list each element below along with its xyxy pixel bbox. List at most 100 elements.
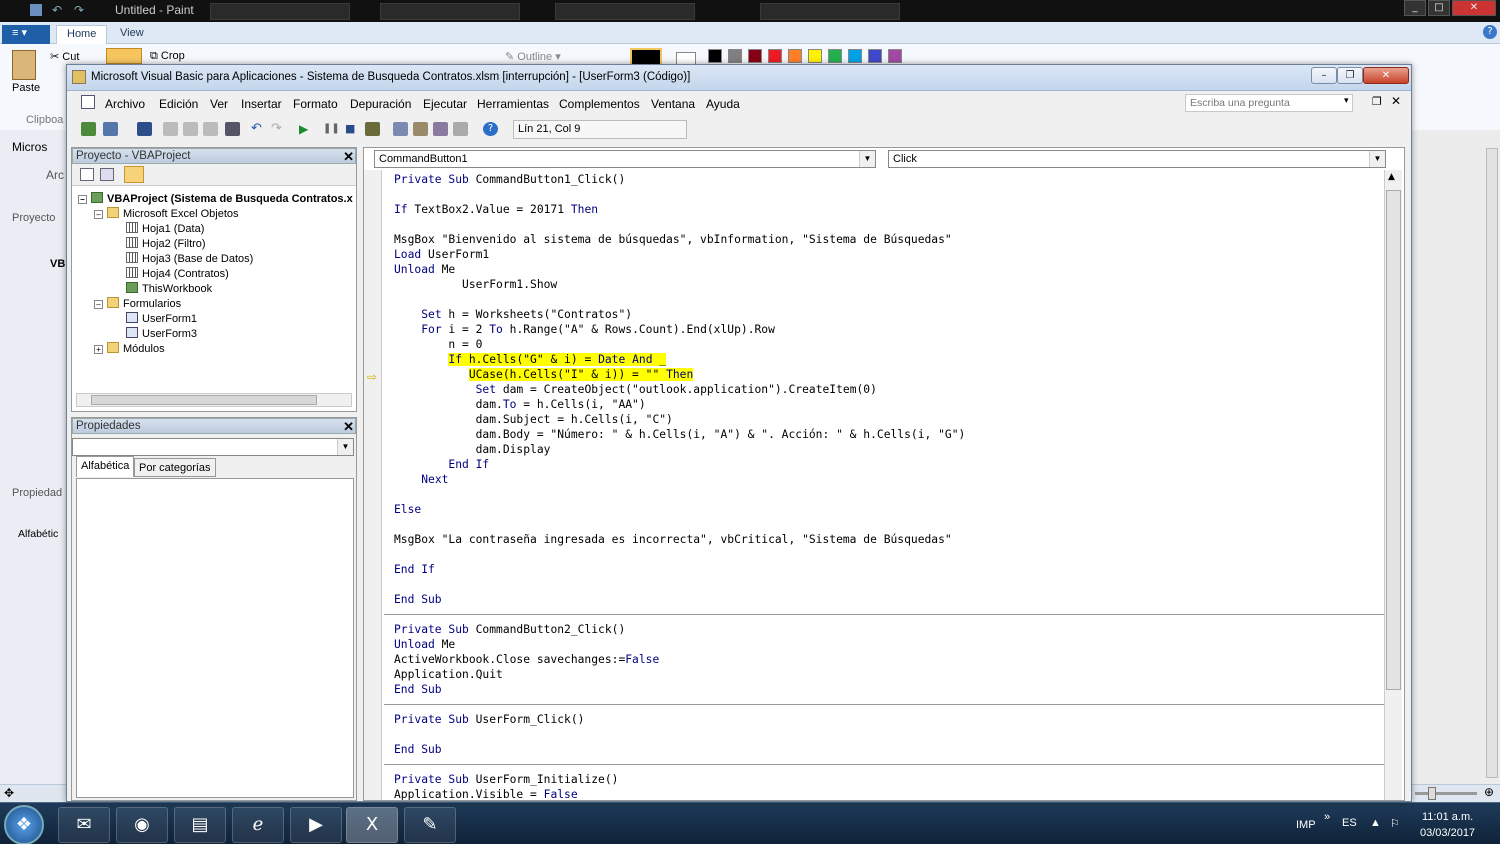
properties-grid[interactable] — [76, 478, 354, 798]
vbe-doc-icon[interactable] — [81, 95, 95, 109]
code-line[interactable]: MsgBox "Bienvenido al sistema de búsqued… — [394, 232, 952, 247]
outlook-taskbar-icon[interactable]: ✉ — [58, 807, 110, 843]
vbe-maximize-button[interactable]: ❐ — [1337, 67, 1363, 84]
code-line[interactable]: For i = 2 To h.Range("A" & Rows.Count).E… — [394, 322, 775, 337]
code-line[interactable]: Load UserForm1 — [394, 247, 489, 262]
project-explorer-icon[interactable] — [393, 122, 408, 136]
menu-ayuda[interactable]: Ayuda — [706, 97, 740, 111]
start-button[interactable]: ❖ — [4, 805, 44, 844]
redo-icon[interactable]: ↷ — [271, 122, 286, 136]
copy-icon[interactable] — [183, 122, 198, 136]
help-icon[interactable]: ? — [1483, 25, 1497, 39]
code-line[interactable]: Private Sub UserForm_Initialize() — [394, 772, 618, 787]
code-line[interactable]: Next — [394, 472, 448, 487]
code-line[interactable]: End If — [394, 457, 489, 472]
undo-icon[interactable]: ↶ — [52, 3, 62, 17]
media-taskbar-icon[interactable]: ▶ — [290, 807, 342, 843]
tab-view[interactable]: View — [110, 25, 154, 44]
menu-insertar[interactable]: Insertar — [241, 97, 282, 111]
help-icon[interactable]: ? — [483, 122, 498, 136]
project-close-icon[interactable]: ✕ — [343, 149, 354, 165]
network-icon[interactable]: ⚐ — [1390, 817, 1400, 830]
code-line[interactable]: UserForm1.Show — [394, 277, 557, 292]
doc-restore-icon[interactable]: ❐ — [1372, 95, 1382, 108]
code-line[interactable]: End Sub — [394, 592, 442, 607]
chevron-down-icon[interactable]: ▼ — [1369, 151, 1385, 167]
tree-userform1[interactable]: UserForm1 — [126, 312, 197, 327]
scroll-up-icon[interactable]: ▲ — [1388, 172, 1395, 182]
code-line[interactable]: UCase(h.Cells("I" & i)) = "" Then — [394, 367, 694, 382]
clock-time[interactable]: 11:01 a.m. — [1422, 811, 1473, 823]
select-button[interactable] — [106, 48, 142, 64]
browser-tab[interactable] — [210, 3, 350, 20]
tab-home[interactable]: Home — [56, 25, 108, 44]
code-vscroll[interactable]: ▲ — [1384, 170, 1402, 800]
tree-sheet[interactable]: Hoja4 (Contratos) — [126, 267, 229, 282]
code-line[interactable]: MsgBox "La contraseña ingresada es incor… — [394, 532, 952, 547]
code-line[interactable]: Set dam = CreateObject("outlook.applicat… — [394, 382, 877, 397]
run-icon[interactable]: ▶ — [299, 122, 314, 136]
tree-forms[interactable]: – Formularios — [94, 297, 181, 312]
color-swatch[interactable] — [888, 49, 902, 63]
vbe-minimize-button[interactable]: – — [1311, 67, 1337, 84]
code-line[interactable]: End Sub — [394, 742, 442, 757]
code-line[interactable]: dam.Body = "Número: " & h.Cells(i, "A") … — [394, 427, 966, 442]
chevron-down-icon[interactable]: ▼ — [859, 151, 875, 167]
maximize-icon[interactable]: □ — [1428, 0, 1450, 16]
tray-expand-icon[interactable]: » — [1324, 811, 1330, 823]
tree-root[interactable]: – VBAProject (Sistema de Busqueda Contrat… — [78, 192, 353, 207]
code-line[interactable]: End If — [394, 562, 435, 577]
breakpoint-margin[interactable]: ⇨ — [364, 170, 382, 800]
language-indicator[interactable]: ES — [1342, 817, 1357, 829]
save-icon[interactable] — [30, 4, 42, 16]
undo-icon[interactable]: ↶ — [251, 122, 266, 136]
object-select[interactable]: CommandButton1 ▼ — [374, 150, 876, 168]
menu-formato[interactable]: Formato — [293, 97, 338, 111]
ie-taskbar-icon[interactable]: ℯ — [232, 807, 284, 843]
menu-depuracion[interactable]: Depuración — [350, 97, 411, 111]
vbe-close-button[interactable]: ✕ — [1363, 67, 1409, 84]
menu-ventana[interactable]: Ventana — [651, 97, 695, 111]
redo-icon[interactable]: ↷ — [74, 3, 84, 17]
project-hscroll[interactable] — [76, 393, 352, 407]
menu-herramientas[interactable]: Herramientas — [477, 97, 549, 111]
tab-alfabetica[interactable]: Alfabética — [76, 456, 135, 477]
clock-date[interactable]: 03/03/2017 — [1420, 827, 1475, 839]
browser-tab[interactable] — [555, 3, 695, 20]
view-object-icon[interactable] — [100, 168, 114, 181]
paste-label[interactable]: Paste — [12, 82, 40, 94]
paint-taskbar-icon[interactable]: ✎ — [404, 807, 456, 843]
code-line[interactable]: If TextBox2.Value = 20171 Then — [394, 202, 598, 217]
chrome-taskbar-icon[interactable]: ◉ — [116, 807, 168, 843]
color-swatch[interactable] — [868, 49, 882, 63]
paste-icon[interactable] — [12, 50, 36, 80]
outline-button[interactable]: ✎ Outline ▾ — [505, 50, 561, 63]
toolbox-icon[interactable] — [453, 122, 468, 136]
code-line[interactable]: ActiveWorkbook.Close savechanges:=False — [394, 652, 659, 667]
excel-taskbar-icon[interactable]: X — [346, 807, 398, 843]
color-swatch[interactable] — [828, 49, 842, 63]
color-swatch[interactable] — [748, 49, 762, 63]
code-editor[interactable]: Private Sub CommandButton1_Click() If Tex… — [384, 170, 1384, 800]
procedure-select[interactable]: Click ▼ — [888, 150, 1386, 168]
menu-archivo[interactable]: Archivo — [105, 97, 145, 111]
tree-excel-objects[interactable]: – Microsoft Excel Objetos — [94, 207, 239, 222]
menu-ver[interactable]: Ver — [210, 97, 228, 111]
project-hscroll-thumb[interactable] — [91, 395, 317, 405]
color-swatch[interactable] — [728, 49, 742, 63]
vbe-app-icon[interactable] — [72, 70, 86, 84]
code-line[interactable]: Private Sub UserForm_Click() — [394, 712, 584, 727]
properties-close-icon[interactable]: ✕ — [343, 419, 354, 435]
object-browser-icon[interactable] — [433, 122, 448, 136]
doc-close-icon[interactable]: ✕ — [1391, 94, 1401, 108]
code-line[interactable]: Set h = Worksheets("Contratos") — [394, 307, 632, 322]
toggle-folders-icon[interactable] — [124, 166, 144, 183]
find-icon[interactable] — [225, 122, 240, 136]
zoom-slider-handle[interactable] — [1428, 787, 1436, 800]
color-swatch[interactable] — [848, 49, 862, 63]
tree-userform3[interactable]: UserForm3 — [126, 327, 197, 342]
view-excel-icon[interactable] — [81, 122, 96, 136]
paint-vscroll[interactable] — [1486, 148, 1498, 778]
browser-tab[interactable] — [760, 3, 900, 20]
color-swatch[interactable] — [808, 49, 822, 63]
